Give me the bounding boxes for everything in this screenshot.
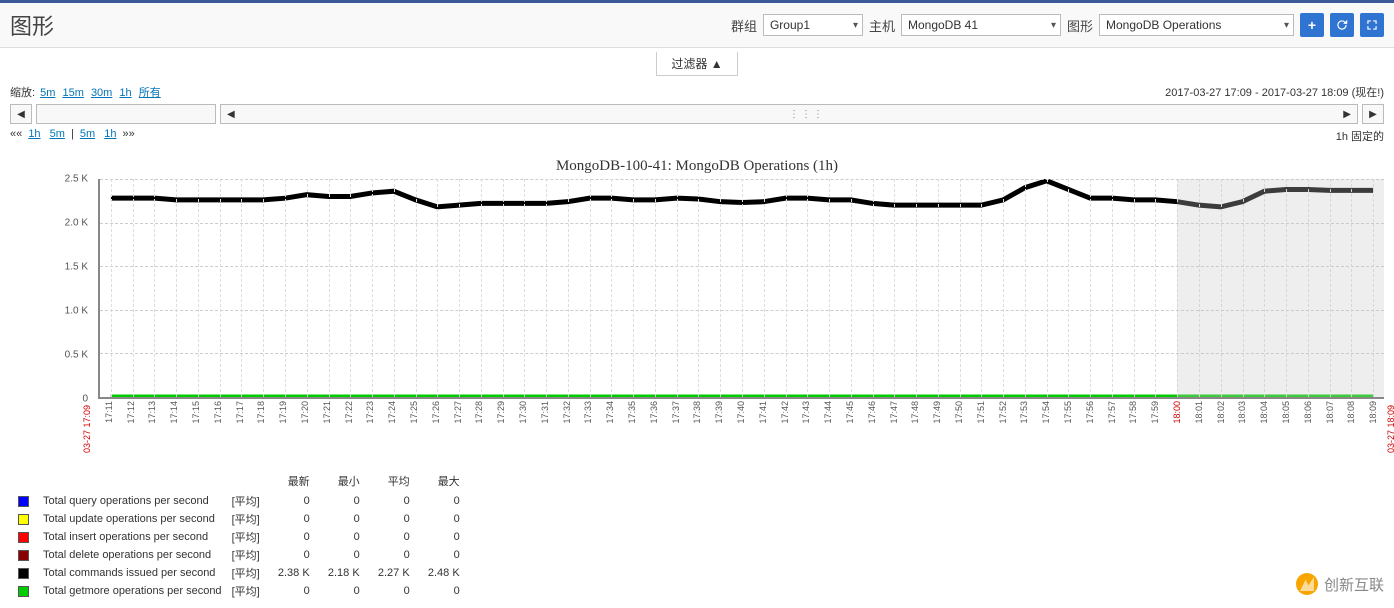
- graph-select-value: MongoDB Operations: [1106, 18, 1221, 32]
- host-select[interactable]: MongoDB 41: [901, 14, 1061, 36]
- graph-select[interactable]: MongoDB Operations: [1099, 14, 1294, 36]
- shift-left-5m[interactable]: 5m: [50, 128, 65, 140]
- shift-row: «« 1h 5m | 5m 1h »» 1h 固定的: [0, 124, 1394, 148]
- legend-row: Total insert operations per second[平均]00…: [18, 528, 470, 546]
- scroll-right-small[interactable]: ▶: [1362, 104, 1384, 124]
- y-axis: 00.5 K1.0 K1.5 K2.0 K2.5 K: [10, 179, 98, 399]
- zoom-30m[interactable]: 30m: [91, 87, 112, 99]
- legend-header: 最新 最小 平均 最大: [18, 473, 470, 492]
- x-end-label: 03-27 18:09: [1386, 405, 1394, 453]
- zoom-all[interactable]: 所有: [139, 87, 161, 99]
- legend-table: 最新 最小 平均 最大 Total query operations per s…: [18, 473, 470, 600]
- watermark: 创新互联: [1296, 573, 1384, 595]
- legend-row: Total query operations per second[平均]000…: [18, 492, 470, 510]
- host-select-value: MongoDB 41: [908, 18, 978, 32]
- shift-left-fast[interactable]: ««: [10, 128, 22, 140]
- zoom-label: 缩放:: [10, 87, 35, 99]
- x-start-label: 03-27 17:09: [82, 405, 92, 453]
- host-label: 主机: [869, 16, 895, 35]
- x-axis: 03-27 17:09 03-27 18:09 17:1117:1217:131…: [98, 399, 1384, 459]
- header: 图形 群组 Group1 主机 MongoDB 41 图形 MongoDB Op…: [0, 3, 1394, 48]
- group-select[interactable]: Group1: [763, 14, 863, 36]
- page-title: 图形: [10, 9, 54, 41]
- group-select-value: Group1: [770, 18, 810, 32]
- zoom-row: 缩放: 5m 15m 30m 1h 所有 2017-03-27 17:09 - …: [0, 80, 1394, 104]
- scroll-left-small[interactable]: ◀: [10, 104, 32, 124]
- scroll-track-left[interactable]: [36, 104, 216, 124]
- zoom-1h[interactable]: 1h: [119, 87, 131, 99]
- selectors: 群组 Group1 主机 MongoDB 41 图形 MongoDB Opera…: [731, 13, 1384, 37]
- legend-row: Total delete operations per second[平均]00…: [18, 546, 470, 564]
- plot-area: [98, 179, 1384, 399]
- chart-title: MongoDB-100-41: MongoDB Operations (1h): [10, 158, 1384, 175]
- add-button[interactable]: +: [1300, 13, 1324, 37]
- graph-label: 图形: [1067, 16, 1093, 35]
- legend-row: Total commands issued per second[平均]2.38…: [18, 564, 470, 582]
- shift-left-1h[interactable]: 1h: [28, 128, 40, 140]
- time-range-text: 2017-03-27 17:09 - 2017-03-27 18:09 (现在!…: [1165, 84, 1384, 100]
- filter-toggle[interactable]: 过滤器 ▲: [656, 52, 737, 76]
- zoom-15m[interactable]: 15m: [62, 87, 83, 99]
- scroll-track-main[interactable]: ◀ ⋮⋮⋮ ▶: [220, 104, 1358, 124]
- legend-row: Total update operations per second[平均]00…: [18, 510, 470, 528]
- group-label: 群组: [731, 16, 757, 35]
- scroll-row: ◀ ◀ ⋮⋮⋮ ▶ ▶: [0, 104, 1394, 124]
- fixed-label: 1h 固定的: [1336, 128, 1384, 144]
- fullscreen-button[interactable]: [1360, 13, 1384, 37]
- chart: MongoDB-100-41: MongoDB Operations (1h) …: [0, 148, 1394, 459]
- watermark-logo-icon: [1296, 573, 1318, 595]
- legend-row: Total getmore operations per second[平均]0…: [18, 582, 470, 600]
- shift-right-5m[interactable]: 5m: [80, 128, 95, 140]
- refresh-button[interactable]: [1330, 13, 1354, 37]
- shift-right-fast[interactable]: »»: [123, 128, 135, 140]
- zoom-5m[interactable]: 5m: [40, 87, 55, 99]
- shift-right-1h[interactable]: 1h: [104, 128, 116, 140]
- filter-tab: 过滤器 ▲: [0, 48, 1394, 80]
